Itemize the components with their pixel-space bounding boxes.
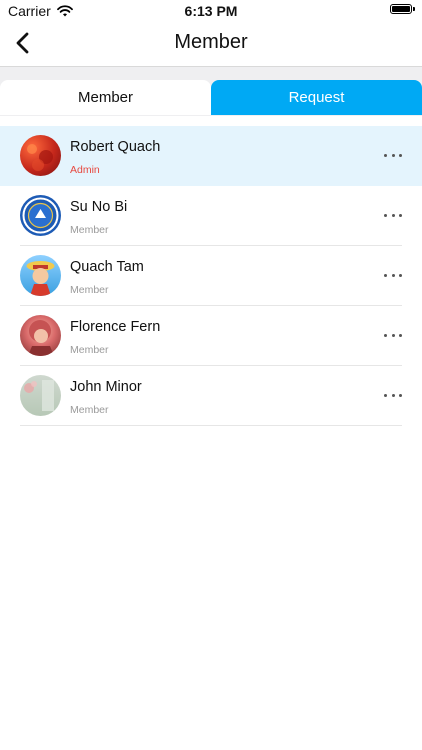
avatar (20, 195, 61, 236)
page-title: Member (174, 31, 248, 53)
avatar (20, 375, 61, 416)
tab-request[interactable]: Request (211, 80, 422, 115)
member-row[interactable]: Robert Quach Admin (0, 126, 422, 186)
ellipsis-icon[interactable] (384, 208, 402, 222)
avatar-image (24, 380, 54, 411)
battery-fill (392, 6, 410, 12)
member-row[interactable]: Florence Fern Member (0, 306, 422, 366)
avatar (20, 315, 61, 356)
row-divider (20, 425, 402, 426)
avatar-image (27, 144, 53, 171)
status-time: 6:13 PM (184, 3, 238, 19)
avatar-image (26, 261, 55, 296)
member-name: Su No Bi (70, 199, 128, 215)
member-name: John Minor (70, 379, 142, 395)
member-list: Robert Quach Admin Su No Bi Member Quach… (0, 126, 422, 426)
member-row[interactable]: John Minor Member (0, 366, 422, 426)
member-name: Florence Fern (70, 319, 161, 335)
ellipsis-icon[interactable] (384, 328, 402, 342)
member-name: Robert Quach (70, 139, 161, 155)
member-name: Quach Tam (70, 259, 144, 275)
ellipsis-icon[interactable] (384, 148, 402, 162)
nav-bar: Member (0, 22, 422, 67)
ellipsis-icon[interactable] (384, 388, 402, 402)
avatar (20, 135, 61, 176)
battery-icon (390, 4, 415, 14)
ellipsis-icon[interactable] (384, 268, 402, 282)
avatar-image (28, 320, 54, 356)
status-bar: Carrier 6:13 PM (0, 0, 422, 22)
member-role: Member (70, 284, 109, 296)
member-role: Member (70, 404, 109, 416)
avatar (20, 255, 61, 296)
tab-strip: Member Request (0, 67, 422, 116)
member-role: Member (70, 224, 109, 236)
avatar-image (22, 197, 59, 234)
member-row[interactable]: Quach Tam Member (0, 246, 422, 306)
member-row[interactable]: Su No Bi Member (0, 186, 422, 246)
member-role: Admin (70, 164, 100, 176)
member-role: Member (70, 344, 109, 356)
tab-member[interactable]: Member (0, 80, 211, 115)
